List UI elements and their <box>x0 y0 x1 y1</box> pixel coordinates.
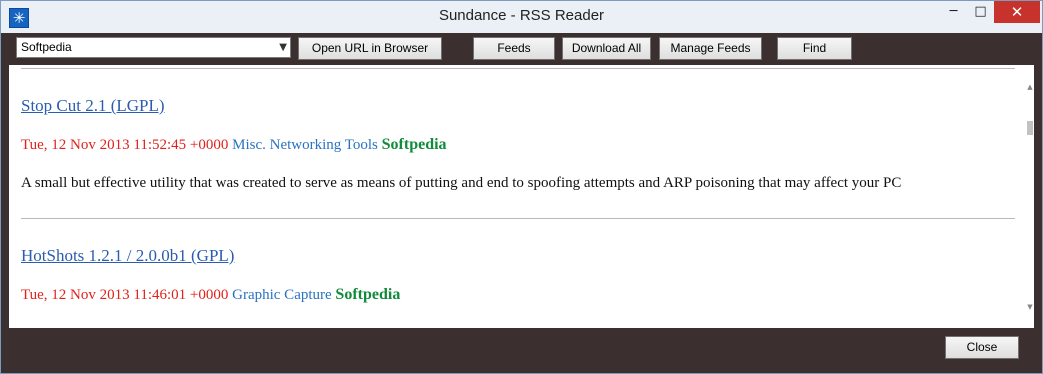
item-category: Graphic Capture <box>232 287 332 303</box>
find-button[interactable]: Find <box>777 37 852 60</box>
scroll-up-icon[interactable]: ▲ <box>1026 83 1034 91</box>
manage-feeds-button[interactable]: Manage Feeds <box>659 37 762 60</box>
feed-content-pane[interactable]: Stop Cut 2.1 (LGPL) Tue, 12 Nov 2013 11:… <box>9 65 1034 328</box>
item-category: Misc. Networking Tools <box>232 137 378 153</box>
toolbar: Softpedia ▼ Open URL in Browser Feeds Do… <box>1 33 1042 65</box>
download-all-button[interactable]: Download All <box>562 37 651 60</box>
item-divider <box>21 68 1015 69</box>
item-source: Softpedia <box>381 136 447 153</box>
item-divider <box>21 218 1015 219</box>
maximize-button[interactable]: □ <box>967 1 994 23</box>
close-window-button[interactable]: ✕ <box>994 1 1040 23</box>
window-title: Sundance - RSS Reader <box>438 7 605 24</box>
scroll-down-icon[interactable]: ▼ <box>1026 303 1034 311</box>
open-url-button[interactable]: Open URL in Browser <box>298 37 442 60</box>
app-window: ✳ Sundance - RSS Reader ─ □ ✕ Softpedia … <box>0 0 1043 374</box>
minimize-button[interactable]: ─ <box>940 1 967 23</box>
chevron-down-icon[interactable]: ▼ <box>279 38 287 57</box>
vertical-scrollbar[interactable]: ▲ ▼ <box>1026 65 1034 328</box>
feed-select-value: Softpedia <box>21 40 72 54</box>
item-title-link[interactable]: HotShots 1.2.1 / 2.0.0b1 (GPL) <box>21 246 234 266</box>
item-date: Tue, 12 Nov 2013 11:52:45 +0000 <box>21 137 229 153</box>
close-button[interactable]: Close <box>945 336 1019 359</box>
item-description: A small but effective utility that was c… <box>21 175 902 191</box>
item-title-link[interactable]: Stop Cut 2.1 (LGPL) <box>21 96 165 116</box>
item-meta: Tue, 12 Nov 2013 11:46:01 +0000 Graphic … <box>21 286 400 304</box>
item-meta: Tue, 12 Nov 2013 11:52:45 +0000 Misc. Ne… <box>21 136 447 154</box>
feeds-button[interactable]: Feeds <box>473 37 555 60</box>
scroll-thumb[interactable] <box>1027 121 1033 135</box>
item-date: Tue, 12 Nov 2013 11:46:01 +0000 <box>21 287 229 303</box>
title-bar: ✳ Sundance - RSS Reader ─ □ ✕ <box>1 1 1042 33</box>
bottom-bar: Close <box>1 328 1042 373</box>
item-source: Softpedia <box>335 286 401 303</box>
feed-select[interactable]: Softpedia ▼ <box>16 37 291 58</box>
